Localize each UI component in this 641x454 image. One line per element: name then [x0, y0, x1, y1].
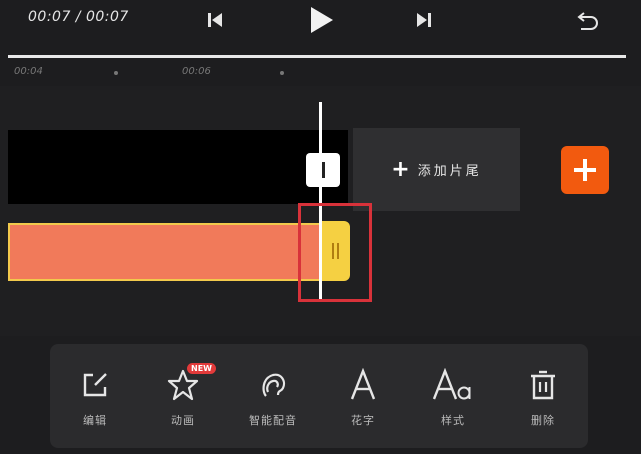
play-button[interactable]: [304, 3, 338, 37]
ruler-label: 00:06: [182, 66, 211, 77]
video-clip[interactable]: [8, 130, 348, 204]
undo-button[interactable]: [574, 6, 602, 34]
ruler-label: 00:04: [14, 66, 43, 77]
edit-button[interactable]: 编辑: [60, 366, 130, 428]
timeline-ruler: 00:04 00:06: [0, 58, 641, 86]
style-button[interactable]: 样式: [418, 366, 488, 428]
smart-dubbing-label: 智能配音: [249, 414, 297, 427]
text-a-icon: [350, 368, 376, 400]
animation-button[interactable]: NEW 动画: [148, 363, 218, 428]
playback-bar: 00:07 / 00:07: [0, 0, 641, 56]
ruler-dot: [114, 71, 118, 75]
edit-label: 编辑: [83, 414, 107, 427]
playback-time: 00:07 / 00:07: [28, 9, 129, 25]
style-label: 样式: [441, 414, 465, 427]
playhead-knob[interactable]: [306, 153, 340, 187]
voice-icon: [262, 373, 286, 397]
delete-button[interactable]: 删除: [508, 366, 578, 428]
plus-icon: [574, 159, 596, 181]
skip-forward-button[interactable]: [410, 6, 438, 34]
text-style-icon: [432, 368, 471, 400]
playhead-knob-grip: [321, 162, 325, 178]
edit-toolbar: 编辑 NEW 动画 智能配音 花字 样式 删除: [50, 344, 588, 448]
skip-forward-icon: [417, 13, 431, 27]
add-clip-button[interactable]: [561, 146, 609, 194]
new-badge: NEW: [187, 363, 216, 374]
add-tail-label: 添加片尾: [417, 164, 482, 179]
fancy-text-button[interactable]: 花字: [328, 366, 398, 428]
trash-icon: [531, 370, 555, 400]
skip-back-icon: [208, 13, 222, 27]
skip-back-button[interactable]: [201, 6, 229, 34]
undo-icon: [577, 12, 598, 30]
animation-label: 动画: [171, 414, 195, 427]
plus-icon: +: [391, 156, 410, 182]
ruler-dot: [280, 71, 284, 75]
smart-dubbing-button[interactable]: 智能配音: [238, 366, 308, 428]
add-tail-button[interactable]: + 添加片尾: [353, 128, 520, 211]
delete-label: 删除: [531, 414, 555, 427]
text-clip[interactable]: [8, 223, 328, 281]
edit-icon: [83, 373, 107, 397]
highlight-box: [298, 203, 372, 302]
play-icon: [311, 7, 333, 33]
fancy-text-label: 花字: [351, 414, 375, 427]
